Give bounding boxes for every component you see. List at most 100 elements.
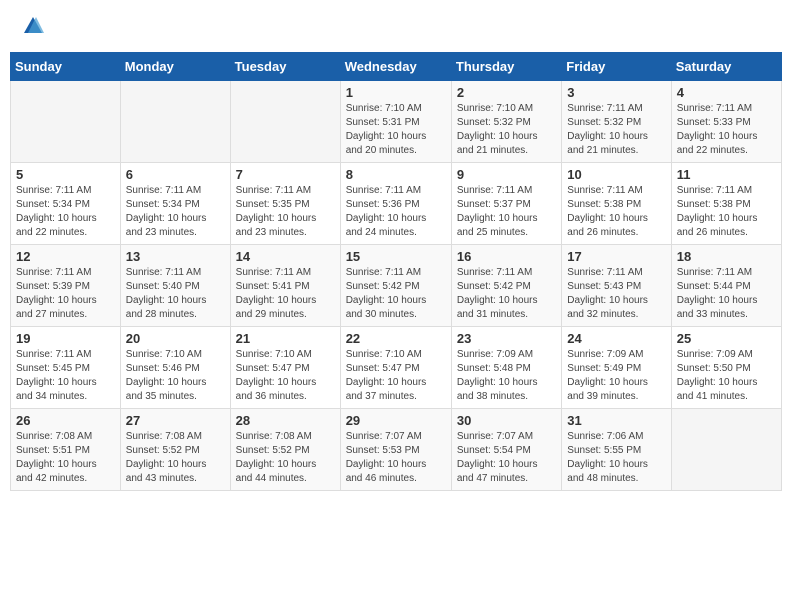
day-number: 20 (126, 331, 225, 346)
day-number: 30 (457, 413, 556, 428)
calendar-cell: 25 Sunrise: 7:09 AM Sunset: 5:50 PM Dayli… (671, 327, 781, 409)
calendar-cell: 15 Sunrise: 7:11 AM Sunset: 5:42 PM Dayli… (340, 245, 451, 327)
calendar-week-row: 19 Sunrise: 7:11 AM Sunset: 5:45 PM Dayli… (11, 327, 782, 409)
calendar-cell: 4Sunrise: 7:11 AM Sunset: 5:33 PM Daylig… (671, 81, 781, 163)
calendar-cell: 9 Sunrise: 7:11 AM Sunset: 5:37 PM Daylig… (451, 163, 561, 245)
day-number: 25 (677, 331, 776, 346)
calendar-week-row: 5Sunrise: 7:11 AM Sunset: 5:34 PM Daylig… (11, 163, 782, 245)
day-number: 1 (346, 85, 446, 100)
day-number: 29 (346, 413, 446, 428)
day-info: Sunrise: 7:11 AM Sunset: 5:41 PM Dayligh… (236, 266, 335, 322)
day-number: 7 (236, 167, 335, 182)
day-info: Sunrise: 7:06 AM Sunset: 5:55 PM Dayligh… (567, 430, 665, 486)
day-info: Sunrise: 7:11 AM Sunset: 5:38 PM Dayligh… (677, 184, 776, 240)
calendar-cell: 11Sunrise: 7:11 AM Sunset: 5:38 PM Dayli… (671, 163, 781, 245)
calendar-table: SundayMondayTuesdayWednesdayThursdayFrid… (10, 52, 782, 491)
day-info: Sunrise: 7:11 AM Sunset: 5:34 PM Dayligh… (126, 184, 225, 240)
day-number: 19 (16, 331, 115, 346)
day-info: Sunrise: 7:08 AM Sunset: 5:52 PM Dayligh… (126, 430, 225, 486)
day-number: 23 (457, 331, 556, 346)
calendar-cell: 7 Sunrise: 7:11 AM Sunset: 5:35 PM Daylig… (230, 163, 340, 245)
calendar-cell: 29 Sunrise: 7:07 AM Sunset: 5:53 PM Dayli… (340, 409, 451, 491)
day-number: 21 (236, 331, 335, 346)
calendar-week-row: 1 Sunrise: 7:10 AM Sunset: 5:31 PM Daylig… (11, 81, 782, 163)
day-number: 26 (16, 413, 115, 428)
day-number: 24 (567, 331, 665, 346)
day-number: 3 (567, 85, 665, 100)
calendar-cell: 20 Sunrise: 7:10 AM Sunset: 5:46 PM Dayli… (120, 327, 230, 409)
calendar-cell: 18 Sunrise: 7:11 AM Sunset: 5:44 PM Dayli… (671, 245, 781, 327)
day-number: 15 (346, 249, 446, 264)
calendar-cell: 5Sunrise: 7:11 AM Sunset: 5:34 PM Daylig… (11, 163, 121, 245)
day-info: Sunrise: 7:07 AM Sunset: 5:53 PM Dayligh… (346, 430, 446, 486)
calendar-cell (11, 81, 121, 163)
day-info: Sunrise: 7:11 AM Sunset: 5:42 PM Dayligh… (457, 266, 556, 322)
day-info: Sunrise: 7:08 AM Sunset: 5:51 PM Dayligh… (16, 430, 115, 486)
day-number: 14 (236, 249, 335, 264)
day-of-week-header: Monday (120, 53, 230, 81)
day-of-week-header: Wednesday (340, 53, 451, 81)
logo (20, 15, 44, 37)
calendar-cell: 6Sunrise: 7:11 AM Sunset: 5:34 PM Daylig… (120, 163, 230, 245)
calendar-cell: 21 Sunrise: 7:10 AM Sunset: 5:47 PM Dayli… (230, 327, 340, 409)
day-info: Sunrise: 7:09 AM Sunset: 5:48 PM Dayligh… (457, 348, 556, 404)
day-number: 12 (16, 249, 115, 264)
calendar-cell: 12 Sunrise: 7:11 AM Sunset: 5:39 PM Dayli… (11, 245, 121, 327)
calendar-week-row: 12 Sunrise: 7:11 AM Sunset: 5:39 PM Dayli… (11, 245, 782, 327)
calendar-cell: 10 Sunrise: 7:11 AM Sunset: 5:38 PM Dayli… (562, 163, 671, 245)
day-number: 22 (346, 331, 446, 346)
calendar-cell: 8Sunrise: 7:11 AM Sunset: 5:36 PM Daylig… (340, 163, 451, 245)
day-number: 17 (567, 249, 665, 264)
calendar-cell: 1 Sunrise: 7:10 AM Sunset: 5:31 PM Daylig… (340, 81, 451, 163)
calendar-cell: 26 Sunrise: 7:08 AM Sunset: 5:51 PM Dayli… (11, 409, 121, 491)
day-number: 28 (236, 413, 335, 428)
day-info: Sunrise: 7:11 AM Sunset: 5:36 PM Dayligh… (346, 184, 446, 240)
day-of-week-header: Sunday (11, 53, 121, 81)
day-info: Sunrise: 7:11 AM Sunset: 5:33 PM Dayligh… (677, 102, 776, 158)
day-info: Sunrise: 7:11 AM Sunset: 5:43 PM Dayligh… (567, 266, 665, 322)
calendar-cell: 24 Sunrise: 7:09 AM Sunset: 5:49 PM Dayli… (562, 327, 671, 409)
calendar-header-row: SundayMondayTuesdayWednesdayThursdayFrid… (11, 53, 782, 81)
calendar-cell: 23 Sunrise: 7:09 AM Sunset: 5:48 PM Dayli… (451, 327, 561, 409)
calendar-cell: 16 Sunrise: 7:11 AM Sunset: 5:42 PM Dayli… (451, 245, 561, 327)
day-number: 10 (567, 167, 665, 182)
day-info: Sunrise: 7:11 AM Sunset: 5:45 PM Dayligh… (16, 348, 115, 404)
day-info: Sunrise: 7:09 AM Sunset: 5:50 PM Dayligh… (677, 348, 776, 404)
day-of-week-header: Thursday (451, 53, 561, 81)
day-info: Sunrise: 7:11 AM Sunset: 5:32 PM Dayligh… (567, 102, 665, 158)
day-info: Sunrise: 7:11 AM Sunset: 5:35 PM Dayligh… (236, 184, 335, 240)
day-info: Sunrise: 7:10 AM Sunset: 5:46 PM Dayligh… (126, 348, 225, 404)
calendar-cell: 13 Sunrise: 7:11 AM Sunset: 5:40 PM Dayli… (120, 245, 230, 327)
day-number: 16 (457, 249, 556, 264)
day-info: Sunrise: 7:10 AM Sunset: 5:47 PM Dayligh… (236, 348, 335, 404)
calendar-cell: 3 Sunrise: 7:11 AM Sunset: 5:32 PM Daylig… (562, 81, 671, 163)
calendar-cell (671, 409, 781, 491)
day-number: 2 (457, 85, 556, 100)
calendar-cell: 14 Sunrise: 7:11 AM Sunset: 5:41 PM Dayli… (230, 245, 340, 327)
calendar-cell: 22 Sunrise: 7:10 AM Sunset: 5:47 PM Dayli… (340, 327, 451, 409)
day-info: Sunrise: 7:11 AM Sunset: 5:44 PM Dayligh… (677, 266, 776, 322)
calendar-cell: 31Sunrise: 7:06 AM Sunset: 5:55 PM Dayli… (562, 409, 671, 491)
day-number: 13 (126, 249, 225, 264)
day-info: Sunrise: 7:10 AM Sunset: 5:31 PM Dayligh… (346, 102, 446, 158)
logo-icon (22, 15, 44, 37)
day-info: Sunrise: 7:10 AM Sunset: 5:32 PM Dayligh… (457, 102, 556, 158)
day-info: Sunrise: 7:11 AM Sunset: 5:39 PM Dayligh… (16, 266, 115, 322)
page-header (10, 10, 782, 42)
day-info: Sunrise: 7:11 AM Sunset: 5:40 PM Dayligh… (126, 266, 225, 322)
day-number: 9 (457, 167, 556, 182)
day-info: Sunrise: 7:11 AM Sunset: 5:34 PM Dayligh… (16, 184, 115, 240)
calendar-cell: 30Sunrise: 7:07 AM Sunset: 5:54 PM Dayli… (451, 409, 561, 491)
day-info: Sunrise: 7:11 AM Sunset: 5:42 PM Dayligh… (346, 266, 446, 322)
calendar-cell: 27Sunrise: 7:08 AM Sunset: 5:52 PM Dayli… (120, 409, 230, 491)
calendar-cell (230, 81, 340, 163)
calendar-cell (120, 81, 230, 163)
day-info: Sunrise: 7:10 AM Sunset: 5:47 PM Dayligh… (346, 348, 446, 404)
day-number: 18 (677, 249, 776, 264)
calendar-week-row: 26 Sunrise: 7:08 AM Sunset: 5:51 PM Dayli… (11, 409, 782, 491)
day-info: Sunrise: 7:11 AM Sunset: 5:37 PM Dayligh… (457, 184, 556, 240)
day-info: Sunrise: 7:08 AM Sunset: 5:52 PM Dayligh… (236, 430, 335, 486)
calendar-cell: 2 Sunrise: 7:10 AM Sunset: 5:32 PM Daylig… (451, 81, 561, 163)
day-info: Sunrise: 7:11 AM Sunset: 5:38 PM Dayligh… (567, 184, 665, 240)
day-info: Sunrise: 7:09 AM Sunset: 5:49 PM Dayligh… (567, 348, 665, 404)
